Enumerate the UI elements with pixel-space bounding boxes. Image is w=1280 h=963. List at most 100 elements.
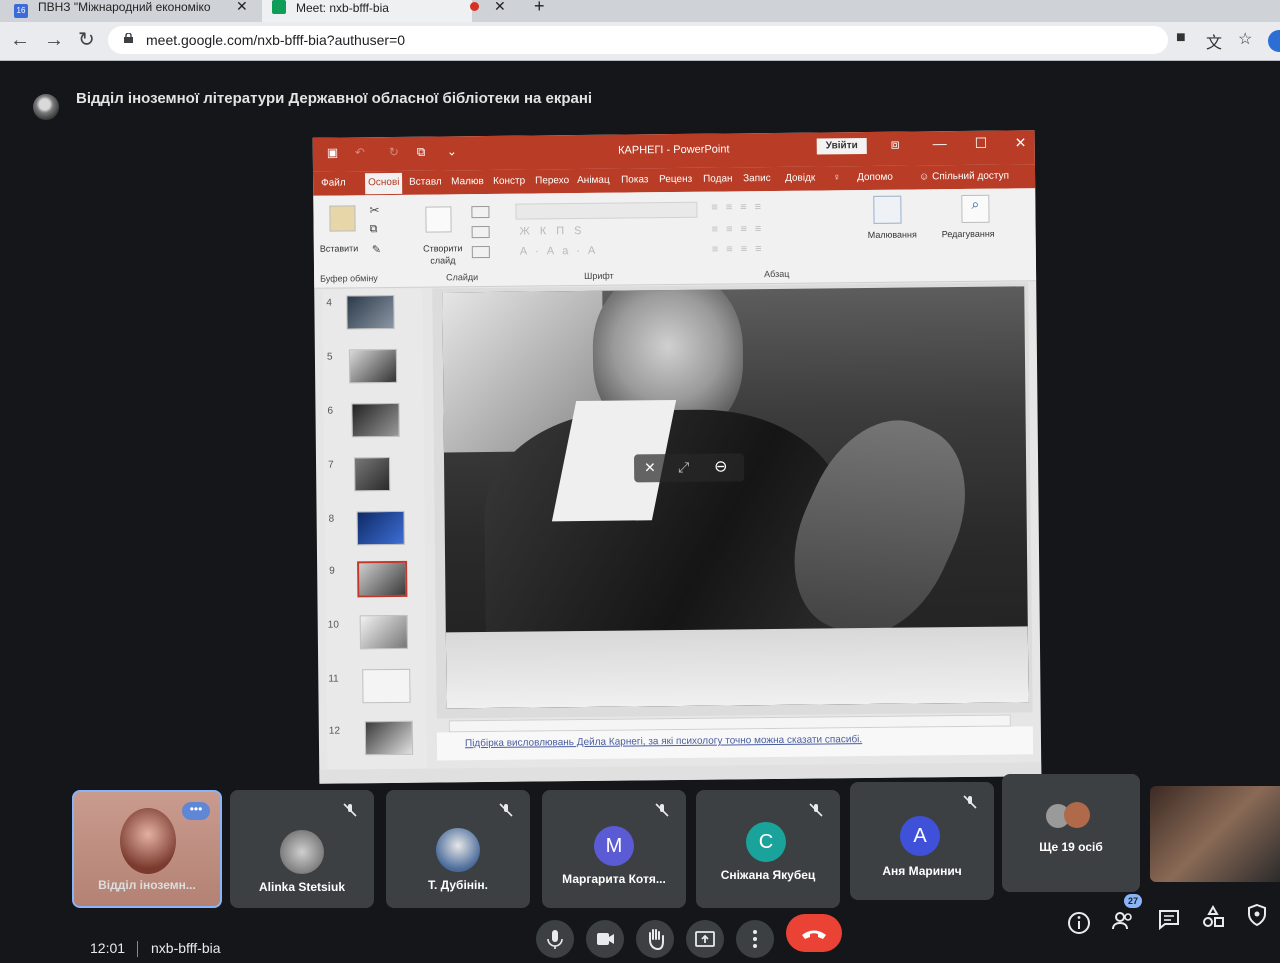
chat-button[interactable]: [1156, 906, 1182, 932]
ppt-tab-insert[interactable]: Вставл: [409, 176, 442, 187]
profile-avatar[interactable]: [1268, 30, 1280, 52]
raise-hand-icon: [649, 929, 664, 951]
slide-thumbnail[interactable]: [353, 457, 391, 492]
copy-icon[interactable]: ⧉: [370, 223, 378, 236]
pin-icon[interactable]: ✕: [644, 459, 656, 476]
maximize-icon[interactable]: ☐: [975, 135, 988, 152]
pinned-video-preview[interactable]: [1150, 786, 1280, 882]
slide-canvas: ✕ ⤢ ⊖: [432, 282, 1033, 719]
address-bar[interactable]: meet.google.com/nxb-bfff-bia?authuser=0: [108, 26, 1168, 54]
participant-tile-self[interactable]: ••• Відділ іноземн...: [72, 790, 222, 908]
bullets-icons[interactable]: ≡≡≡≡: [711, 201, 769, 214]
participant-avatar: [1064, 802, 1090, 828]
present-screen-button[interactable]: [686, 920, 724, 958]
hang-up-button[interactable]: [786, 914, 842, 952]
camera-button[interactable]: [586, 920, 624, 958]
font-style-icons[interactable]: ЖКПS: [520, 225, 592, 238]
reload-icon[interactable]: ↻: [78, 30, 95, 50]
slide-thumbnail-selected[interactable]: [357, 560, 408, 598]
people-button[interactable]: [1110, 908, 1136, 934]
raise-hand-button[interactable]: [636, 920, 674, 958]
more-participants-tile[interactable]: Ще 19 осіб: [1002, 774, 1140, 892]
slide-number: 5: [326, 351, 333, 363]
ppt-tab-review[interactable]: Реценз: [659, 174, 692, 185]
translate-icon[interactable]: 文: [1206, 29, 1222, 53]
ppt-tab-animations[interactable]: Анімац: [577, 175, 610, 186]
notes-pane[interactable]: Підбірка висловлювань Дейла Карнегі, за …: [436, 726, 1034, 761]
ppt-tab-draw[interactable]: Малюв: [451, 176, 484, 187]
paste-button-label[interactable]: Вставити: [320, 243, 359, 253]
more-options-icon[interactable]: •••: [182, 802, 210, 820]
bookmark-star-icon[interactable]: ☆: [1238, 29, 1252, 49]
ppt-share-button[interactable]: ☺ Спільний доступ: [919, 171, 1009, 183]
font-color-icons[interactable]: A·Aa·A: [520, 245, 604, 258]
ppt-tab-design[interactable]: Констр: [493, 176, 525, 187]
reset-icon[interactable]: [471, 225, 490, 239]
participant-tile[interactable]: М Маргарита Котя...: [542, 790, 686, 908]
participant-count-badge: 27: [1124, 894, 1142, 908]
ppt-tab-view[interactable]: Подан: [703, 173, 733, 184]
participant-tile[interactable]: С Сніжана Якубец: [696, 790, 840, 908]
ppt-tab-transitions[interactable]: Перехо: [535, 175, 569, 186]
close-window-icon[interactable]: ✕: [1015, 134, 1027, 151]
more-options-button[interactable]: [736, 920, 774, 958]
lightbulb-icon[interactable]: ♀: [833, 172, 841, 183]
slide-thumbnail[interactable]: [362, 668, 411, 704]
font-name-select[interactable]: [515, 201, 698, 220]
mic-off-icon: [343, 803, 357, 817]
cut-icon[interactable]: ✂: [369, 203, 379, 217]
new-slide-button-label[interactable]: Створити слайд: [418, 242, 468, 267]
slide-thumbnail[interactable]: [356, 510, 405, 546]
ppt-tab-file[interactable]: Файл: [321, 177, 346, 188]
forward-arrow-icon[interactable]: →: [44, 30, 64, 50]
ppt-tell-me[interactable]: Допомо: [857, 172, 893, 183]
participant-tile[interactable]: Alinka Stetsiuk: [230, 790, 374, 908]
ribbon-display-icon[interactable]: ⧈: [891, 136, 900, 153]
new-tab-icon[interactable]: +: [534, 0, 545, 17]
participant-tile[interactable]: А Аня Маринич: [850, 782, 994, 900]
slide-thumbnail[interactable]: [348, 348, 398, 384]
participant-name: Alinka Stetsiuk: [258, 880, 346, 894]
browser-tab-university[interactable]: 16 ПВНЗ "Міжнародний економіко: [14, 0, 232, 22]
ppt-tab-home[interactable]: Основі: [365, 172, 403, 195]
format-painter-icon[interactable]: ✎: [372, 243, 381, 256]
slide-thumbnail[interactable]: [346, 294, 395, 330]
more-options-icon: [753, 930, 757, 948]
participant-initial: А: [900, 816, 940, 856]
new-slide-icon[interactable]: [425, 206, 452, 233]
slide-thumbnail[interactable]: [359, 614, 408, 650]
ppt-tab-slideshow[interactable]: Показ: [621, 174, 649, 185]
alignment-icons[interactable]: ≡≡≡≡: [712, 223, 770, 236]
minus-circle-icon[interactable]: ⊖: [714, 456, 728, 476]
camera-in-use-icon[interactable]: ■: [1176, 29, 1186, 47]
browser-tab-meet[interactable]: Meet: nxb-bfff-bia: [262, 0, 472, 22]
fullscreen-icon[interactable]: ⤢: [678, 459, 689, 476]
close-tab-icon[interactable]: ✕: [236, 0, 248, 15]
slide-thumbnail[interactable]: [364, 720, 414, 756]
meeting-info-button[interactable]: [1066, 910, 1092, 936]
paste-icon[interactable]: [329, 205, 356, 232]
minimize-icon[interactable]: —: [933, 135, 947, 151]
close-tab-icon[interactable]: ✕: [494, 0, 506, 15]
mic-button[interactable]: [536, 920, 574, 958]
layout-icon[interactable]: [471, 205, 490, 219]
drawing-button-label[interactable]: Малювання: [868, 229, 917, 240]
slide-thumbnail[interactable]: [351, 402, 400, 438]
browser-tab-bar: 16 ПВНЗ "Міжнародний економіко ✕ Meet: nx…: [0, 0, 1280, 22]
ppt-tab-record[interactable]: Запис: [743, 173, 771, 184]
participant-tile[interactable]: Т. Дубінін.: [386, 790, 530, 908]
host-controls-button[interactable]: [1244, 902, 1270, 928]
drawing-icon[interactable]: [873, 195, 902, 224]
paragraph-icons[interactable]: ≡≡≡≡: [712, 243, 770, 256]
ppt-tab-help[interactable]: Довідк: [785, 173, 815, 184]
back-arrow-icon[interactable]: ←: [10, 30, 30, 50]
participant-video: [120, 808, 176, 874]
editing-button-label[interactable]: Редагування: [942, 229, 995, 240]
ppt-signin-button[interactable]: Увійти: [816, 137, 867, 155]
participant-name: Т. Дубінін.: [428, 878, 488, 892]
activities-button[interactable]: [1200, 904, 1226, 930]
meeting-code: nxb-bfff-bia: [151, 940, 221, 956]
section-icon[interactable]: [471, 245, 490, 259]
participant-avatar: [436, 828, 480, 872]
search-icon[interactable]: ⌕: [961, 194, 990, 224]
